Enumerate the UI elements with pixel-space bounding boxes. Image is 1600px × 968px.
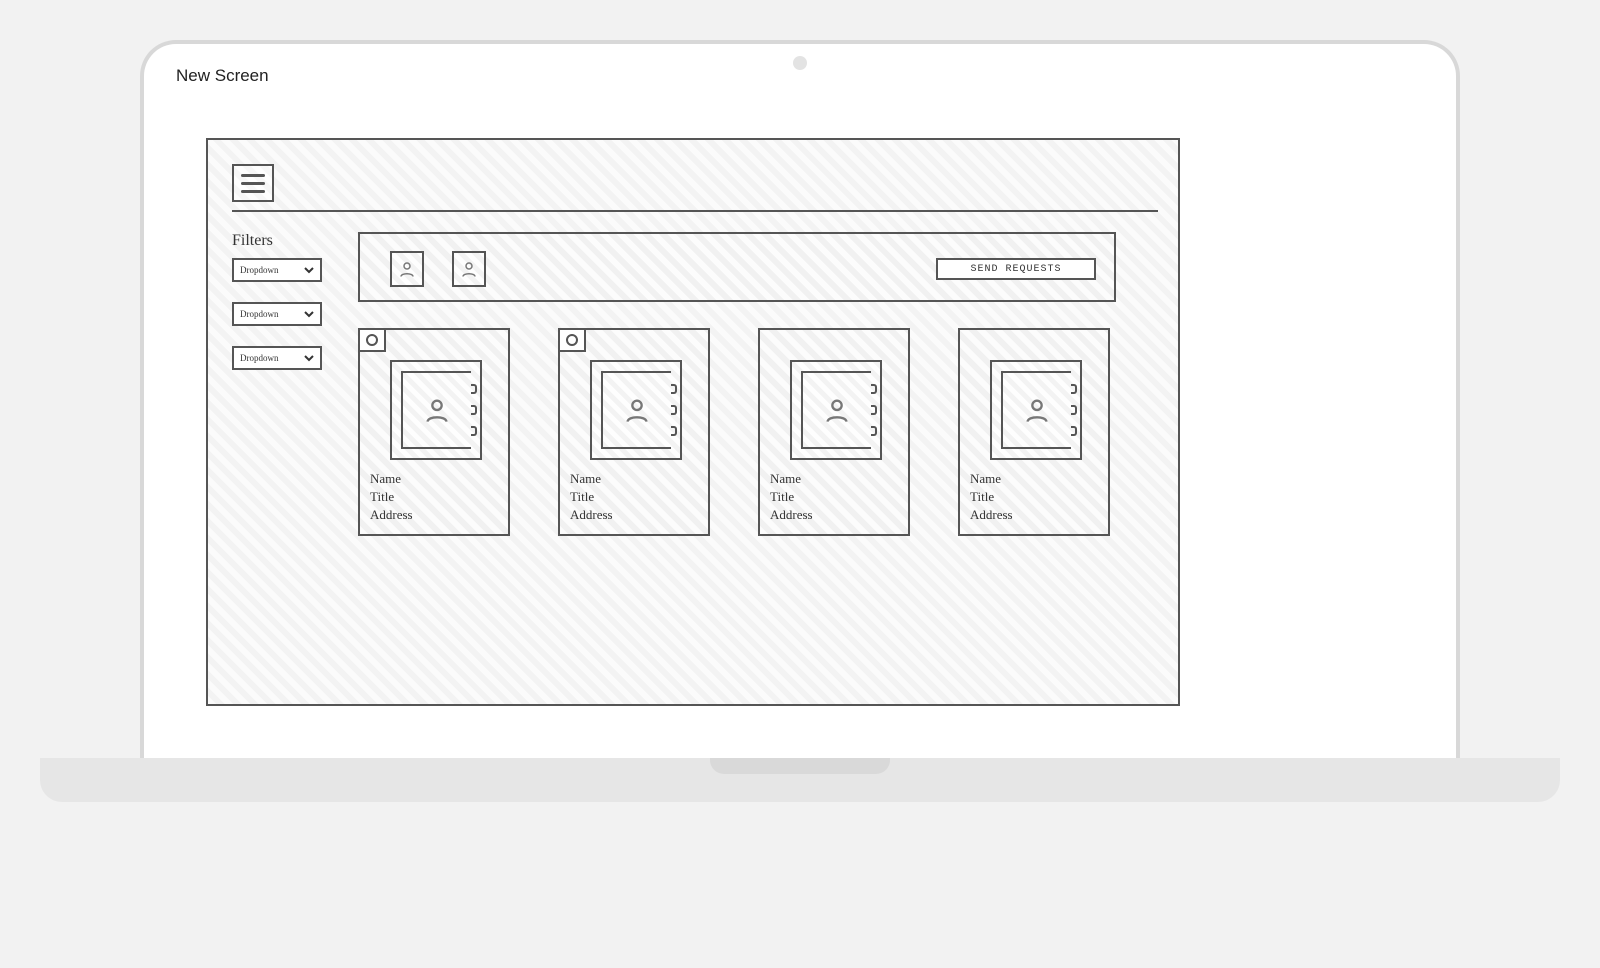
camera-dot [793,56,807,70]
screen-viewport: Filters Dropdown Dropdown Dropdown [162,92,1438,760]
contact-cards-row: NameTitleAddressNameTitleAddressNameTitl… [358,328,1110,536]
chevron-down-icon [304,309,314,319]
card-text: NameTitleAddress [970,470,1013,524]
card-address: Address [770,506,813,524]
card-address: Address [570,506,613,524]
card-title: Title [570,488,613,506]
card-name: Name [770,470,813,488]
selected-thumbnails [390,251,486,287]
contact-card-3[interactable]: NameTitleAddress [758,328,910,536]
card-text: NameTitleAddress [570,470,613,524]
send-requests-button[interactable]: SEND REQUESTS [936,258,1096,280]
contact-image [590,360,682,460]
card-name: Name [970,470,1013,488]
card-title: Title [970,488,1013,506]
contact-card-2[interactable]: NameTitleAddress [558,328,710,536]
contact-image [790,360,882,460]
card-name: Name [370,470,413,488]
radio-dot-icon [566,334,578,346]
filter-dropdown-2[interactable]: Dropdown [232,302,322,326]
selected-thumb-1[interactable] [390,251,424,287]
filters-heading: Filters [232,232,273,250]
selected-thumb-2[interactable] [452,251,486,287]
person-icon [1023,396,1051,424]
chevron-down-icon [304,265,314,275]
filter-dropdown-1[interactable]: Dropdown [232,258,322,282]
wireframe-canvas: Filters Dropdown Dropdown Dropdown [206,138,1180,706]
card-title: Title [770,488,813,506]
person-icon [823,396,851,424]
filter-dropdown-3[interactable]: Dropdown [232,346,322,370]
card-address: Address [970,506,1013,524]
contact-card-4[interactable]: NameTitleAddress [958,328,1110,536]
card-name: Name [570,470,613,488]
card-text: NameTitleAddress [370,470,413,524]
card-radio[interactable] [358,328,386,352]
card-text: NameTitleAddress [770,470,813,524]
menu-icon[interactable] [232,164,274,202]
card-radio[interactable] [558,328,586,352]
header-divider [232,210,1158,212]
address-book-icon [401,371,471,449]
selection-toolbar: SEND REQUESTS [358,232,1116,302]
send-requests-label: SEND REQUESTS [970,264,1061,275]
card-title: Title [370,488,413,506]
person-icon [460,260,478,278]
address-book-icon [1001,371,1071,449]
person-icon [623,396,651,424]
radio-dot-icon [366,334,378,346]
contact-image [990,360,1082,460]
laptop-frame: New Screen Filters Dropdown Dropdown Dro… [140,40,1460,760]
address-book-icon [801,371,871,449]
person-icon [423,396,451,424]
screen-title: New Screen [176,66,269,86]
contact-image [390,360,482,460]
filter-dropdown-1-label: Dropdown [240,265,279,275]
contact-card-1[interactable]: NameTitleAddress [358,328,510,536]
chevron-down-icon [304,353,314,363]
card-address: Address [370,506,413,524]
person-icon [398,260,416,278]
laptop-base [40,758,1560,802]
filter-dropdown-2-label: Dropdown [240,309,279,319]
filter-dropdown-3-label: Dropdown [240,353,279,363]
address-book-icon [601,371,671,449]
